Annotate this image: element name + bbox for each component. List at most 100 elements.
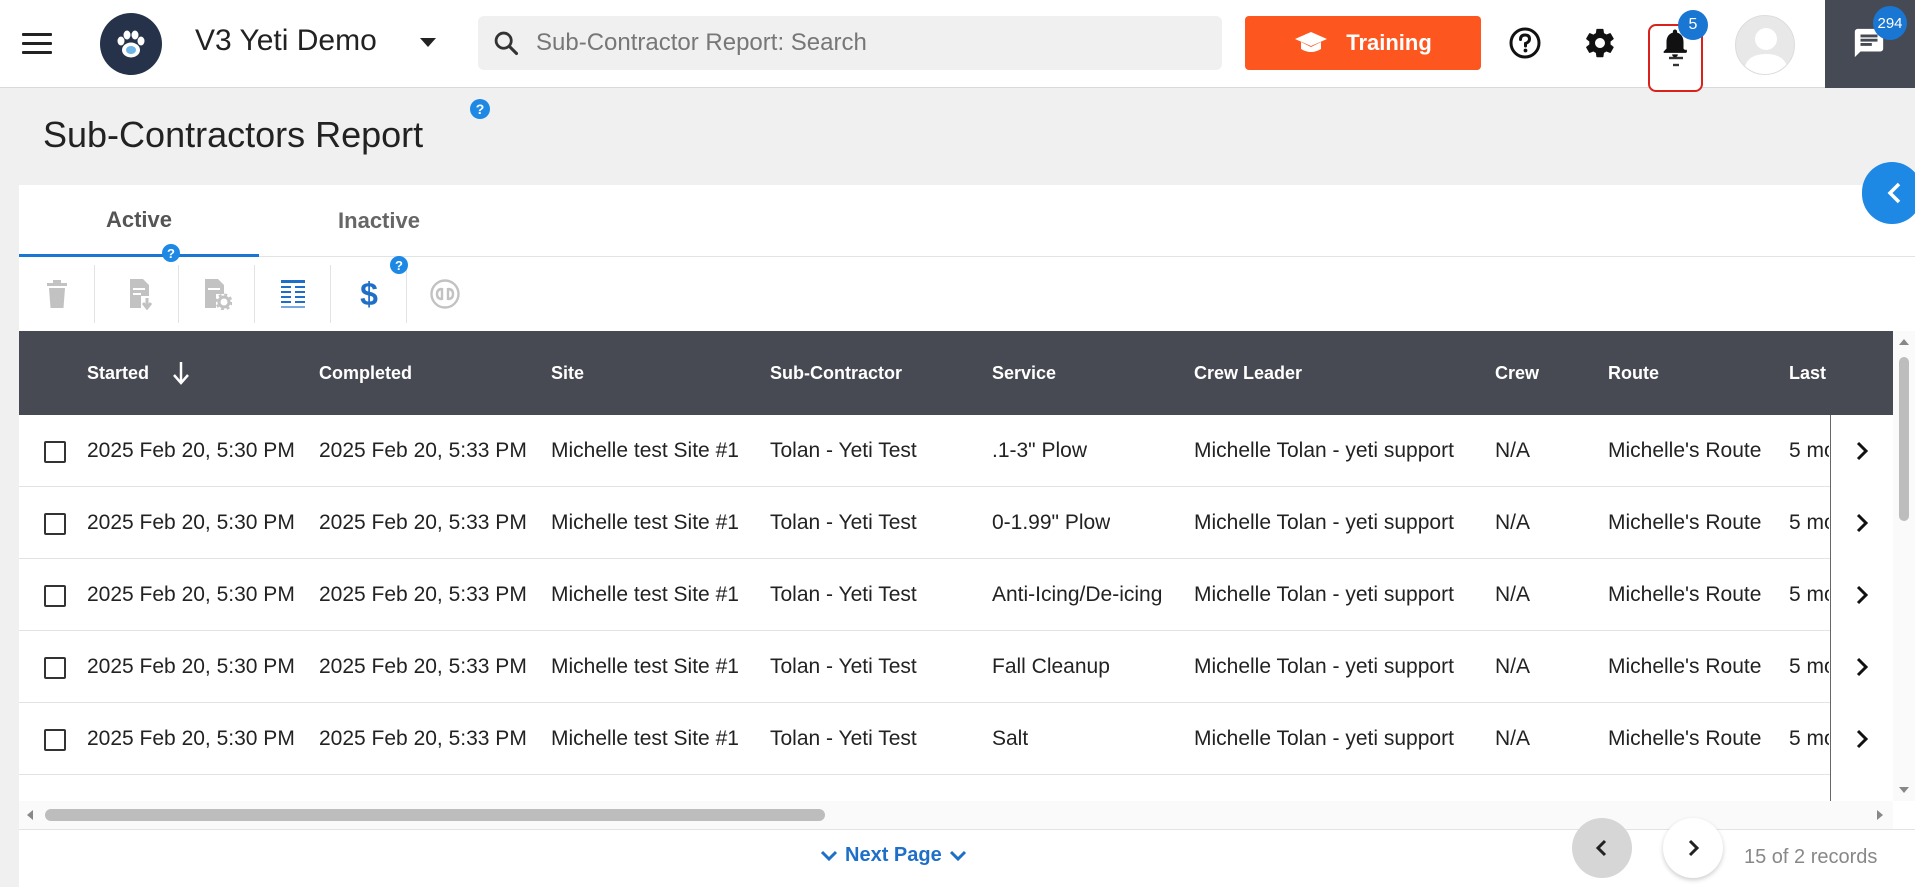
row-details-button[interactable] <box>1831 415 1893 487</box>
pricing-help-icon[interactable]: ? <box>390 256 408 274</box>
page-help-icon[interactable]: ? <box>470 99 490 119</box>
column-last[interactable]: Last <box>1789 331 1826 415</box>
chevron-right-icon <box>1856 657 1868 677</box>
cell-crew-leader: Michelle Tolan - yeti support <box>1194 727 1454 750</box>
scroll-up-icon[interactable] <box>1897 337 1911 347</box>
column-completed[interactable]: Completed <box>319 331 412 415</box>
cell-completed: 2025 Feb 20, 5:33 PM <box>319 655 527 678</box>
message-count-badge: 294 <box>1873 6 1907 40</box>
row-details-button[interactable] <box>1831 631 1893 703</box>
cell-crew-leader: Michelle Tolan - yeti support <box>1194 439 1454 462</box>
search-input[interactable] <box>536 25 1116 61</box>
delete-button[interactable] <box>19 265 95 323</box>
chevron-left-icon <box>1887 182 1901 204</box>
graduation-cap-icon <box>1295 32 1328 52</box>
column-route[interactable]: Route <box>1608 331 1659 415</box>
table-row[interactable]: 2025 Feb 20, 5:30 PM 2025 Feb 20, 5:33 PM… <box>19 415 1893 487</box>
tab-active[interactable]: Active <box>19 185 259 257</box>
cell-service: .1-3" Plow <box>992 439 1087 462</box>
avatar[interactable] <box>1735 15 1795 75</box>
cell-crew: N/A <box>1495 439 1531 462</box>
cell-route: Michelle's Route <box>1608 727 1762 750</box>
training-label: Training <box>1346 30 1432 55</box>
table-row[interactable]: 2025 Feb 20, 5:30 PM 2025 Feb 20, 5:33 PM… <box>19 559 1893 631</box>
dollar-icon: $ <box>360 277 378 311</box>
chevron-down-icon <box>820 850 838 861</box>
column-service[interactable]: Service <box>992 331 1056 415</box>
cell-last: 5 mo <box>1789 583 1829 606</box>
trash-icon <box>46 280 67 308</box>
previous-page-button[interactable] <box>1572 818 1632 878</box>
horizontal-scroll-thumb[interactable] <box>45 809 825 821</box>
table-row[interactable]: 2025 Feb 20, 5:30 PM 2025 Feb 20, 5:33 PM… <box>19 703 1893 775</box>
notification-count-badge: 5 <box>1678 10 1708 40</box>
settings-button[interactable] <box>1581 24 1619 62</box>
account-name[interactable]: V3 Yeti Demo <box>195 24 377 58</box>
cell-site: Michelle test Site #1 <box>551 583 739 606</box>
chevron-right-icon <box>1856 441 1868 461</box>
row-details-button[interactable] <box>1831 703 1893 775</box>
column-site[interactable]: Site <box>551 331 584 415</box>
next-page-link[interactable]: Next Page <box>819 844 968 867</box>
row-checkbox[interactable] <box>44 657 66 679</box>
row-details-button[interactable] <box>1831 487 1893 559</box>
training-button[interactable]: Training <box>1245 16 1481 70</box>
cell-last: 5 mo <box>1789 655 1829 678</box>
chevron-right-icon <box>1856 729 1868 749</box>
cell-crew-leader: Michelle Tolan - yeti support <box>1194 583 1454 606</box>
cell-crew-leader: Michelle Tolan - yeti support <box>1194 655 1454 678</box>
search-bar <box>478 16 1703 92</box>
columns-icon <box>280 280 305 308</box>
report-card: Active Inactive $ ? ? Started Completed … <box>19 185 1915 887</box>
row-details-button[interactable] <box>1831 559 1893 631</box>
table-row[interactable]: 2025 Feb 20, 5:30 PM 2025 Feb 20, 5:33 PM… <box>19 631 1893 703</box>
row-checkbox[interactable] <box>44 585 66 607</box>
cell-started: 2025 Feb 20, 5:30 PM <box>87 511 295 534</box>
svg-text:$: $ <box>360 277 378 311</box>
column-crew-leader[interactable]: Crew Leader <box>1194 331 1302 415</box>
scroll-down-icon[interactable] <box>1897 785 1911 795</box>
cell-completed: 2025 Feb 20, 5:33 PM <box>319 439 527 462</box>
cell-site: Michelle test Site #1 <box>551 511 739 534</box>
account-dropdown-icon[interactable] <box>420 38 436 47</box>
export-button[interactable] <box>103 265 179 323</box>
sort-descending-icon <box>173 362 189 385</box>
report-settings-button[interactable] <box>179 265 255 323</box>
tab-inactive[interactable]: Inactive <box>259 185 499 257</box>
cell-sub-contractor: Tolan - Yeti Test <box>770 655 917 678</box>
export-help-icon[interactable]: ? <box>162 244 180 262</box>
scroll-right-icon[interactable] <box>1875 808 1885 822</box>
side-panel-toggle[interactable] <box>1862 162 1915 224</box>
row-checkbox[interactable] <box>44 441 66 463</box>
column-crew[interactable]: Crew <box>1495 331 1539 415</box>
chevron-down-icon <box>949 850 966 861</box>
table-row[interactable]: 2025 Feb 20, 5:30 PM 2025 Feb 20, 5:33 PM… <box>19 487 1893 559</box>
cell-sub-contractor: Tolan - Yeti Test <box>770 727 917 750</box>
vertical-scrollbar[interactable] <box>1893 331 1915 801</box>
help-button[interactable] <box>1506 24 1544 62</box>
next-page-button[interactable] <box>1663 818 1723 878</box>
cell-site: Michelle test Site #1 <box>551 727 739 750</box>
vertical-scroll-thumb[interactable] <box>1899 357 1909 521</box>
cell-crew: N/A <box>1495 727 1531 750</box>
scroll-left-icon[interactable] <box>25 808 35 822</box>
columns-button[interactable] <box>255 265 331 323</box>
app-logo[interactable] <box>100 13 162 75</box>
quickbooks-button[interactable] <box>407 265 483 323</box>
column-sub-contractor[interactable]: Sub-Contractor <box>770 331 902 415</box>
messages-button[interactable]: 294 <box>1825 0 1915 88</box>
help-circle-icon <box>1509 27 1541 59</box>
column-started[interactable]: Started <box>87 331 191 415</box>
record-count: 15 of 2 records <box>1744 846 1878 868</box>
row-checkbox[interactable] <box>44 513 66 535</box>
chevron-right-icon <box>1688 839 1700 857</box>
cell-sub-contractor: Tolan - Yeti Test <box>770 511 917 534</box>
user-icon <box>1744 28 1788 74</box>
cell-crew: N/A <box>1495 511 1531 534</box>
chevron-right-icon <box>1856 513 1868 533</box>
document-settings-icon <box>204 279 232 310</box>
row-checkbox[interactable] <box>44 729 66 751</box>
pricing-button[interactable]: $ <box>331 265 407 323</box>
notifications-button[interactable]: 5 <box>1656 10 1708 62</box>
menu-icon[interactable] <box>22 33 52 55</box>
